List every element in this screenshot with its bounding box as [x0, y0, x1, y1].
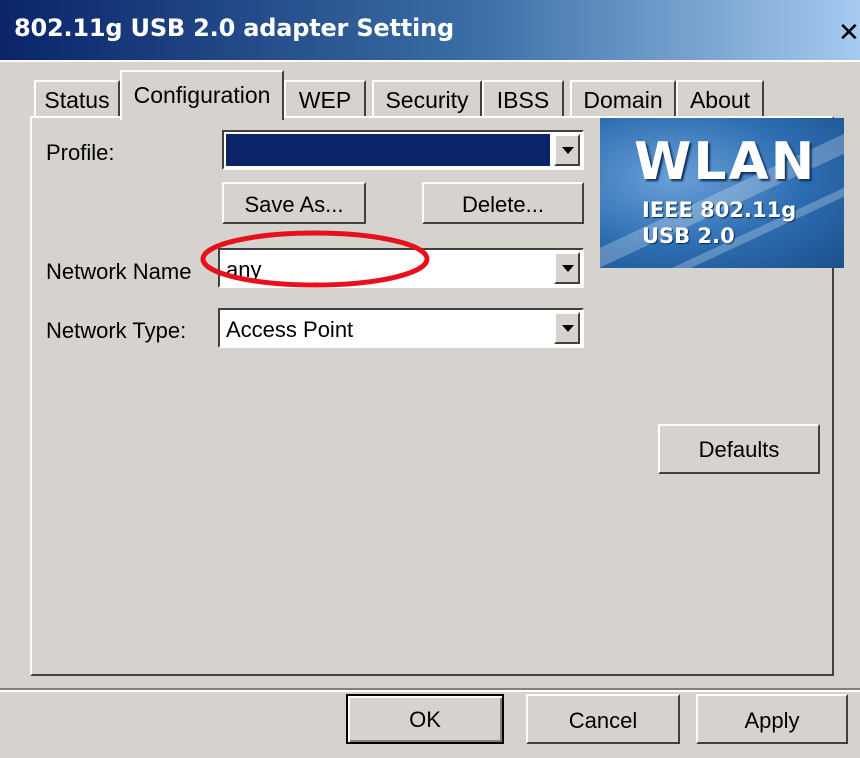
logo-title: WLAN	[634, 132, 817, 192]
ok-button[interactable]: OK	[346, 694, 504, 744]
tab-domain-label: Domain	[583, 87, 663, 113]
save-as-label: Save As...	[244, 192, 344, 217]
network-name-value: any	[226, 257, 262, 282]
tab-domain[interactable]: Domain	[570, 80, 676, 116]
tab-configuration[interactable]: Configuration	[120, 70, 284, 120]
network-type-combo[interactable]: Access Point	[218, 308, 584, 348]
close-icon[interactable]: ✕	[838, 20, 860, 48]
wlan-logo: WLAN IEEE 802.11g USB 2.0	[600, 118, 844, 268]
title-bar[interactable]: 802.11g USB 2.0 adapter Setting ✕	[0, 0, 860, 62]
profile-selection	[226, 134, 550, 166]
apply-label: Apply	[744, 708, 800, 733]
defaults-button[interactable]: Defaults	[658, 424, 820, 474]
ok-label: OK	[409, 707, 441, 732]
network-name-label: Network Name	[46, 259, 192, 284]
tab-wep-label: WEP	[298, 87, 352, 113]
profile-dropdown-button[interactable]	[554, 134, 580, 166]
profile-combo[interactable]	[222, 130, 584, 170]
cancel-button[interactable]: Cancel	[526, 694, 680, 744]
chevron-down-icon	[562, 265, 574, 272]
chevron-down-icon	[562, 325, 574, 332]
window-title: 802.11g USB 2.0 adapter Setting	[14, 14, 454, 42]
save-as-button[interactable]: Save As...	[222, 182, 366, 224]
delete-button[interactable]: Delete...	[422, 182, 584, 224]
tab-about[interactable]: About	[676, 80, 764, 116]
tab-about-label: About	[689, 87, 751, 113]
apply-button[interactable]: Apply	[696, 694, 848, 744]
tab-ibss[interactable]: IBSS	[482, 80, 564, 116]
network-name-dropdown-button[interactable]	[554, 252, 580, 284]
defaults-label: Defaults	[698, 437, 780, 462]
settings-dialog: 802.11g USB 2.0 adapter Setting ✕ Status…	[0, 0, 860, 758]
tab-ibss-label: IBSS	[496, 87, 550, 113]
tab-security-label: Security	[385, 87, 469, 113]
chevron-down-icon	[562, 147, 574, 154]
footer-divider	[0, 688, 860, 692]
delete-label: Delete...	[462, 192, 544, 217]
logo-line-2: USB 2.0	[642, 224, 735, 248]
network-name-combo[interactable]: any	[218, 248, 584, 288]
tab-status-label: Status	[44, 87, 110, 113]
tab-configuration-label: Configuration	[133, 82, 271, 108]
tab-wep[interactable]: WEP	[284, 80, 366, 116]
logo-line-1: IEEE 802.11g	[642, 198, 797, 222]
network-type-label: Network Type:	[46, 318, 187, 343]
cancel-label: Cancel	[568, 708, 638, 733]
network-type-value: Access Point	[226, 317, 354, 342]
tab-status[interactable]: Status	[34, 80, 120, 116]
network-type-dropdown-button[interactable]	[554, 312, 580, 344]
tab-security[interactable]: Security	[372, 80, 482, 116]
